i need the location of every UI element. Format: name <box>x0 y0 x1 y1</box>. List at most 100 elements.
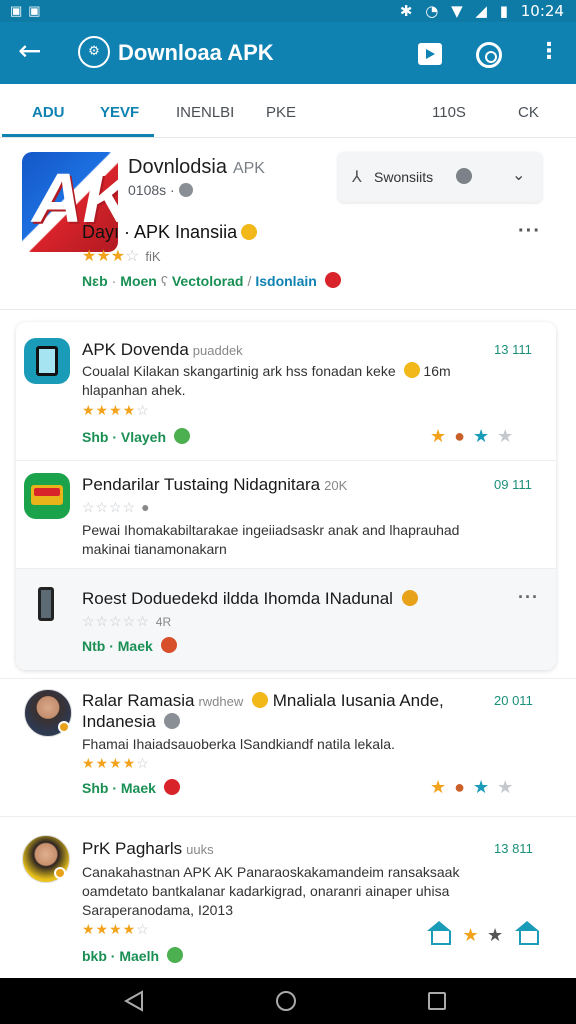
list-item-tags-text[interactable]: bkb · Maelh <box>82 948 159 964</box>
desc-line-2: oamdetato bantkalanar kadarkigrad, onara… <box>82 883 450 899</box>
list-item-tags: Shb · Maek <box>82 779 180 796</box>
star-icon[interactable]: ★ <box>430 777 454 797</box>
emoji-icon <box>241 224 258 240</box>
app-bar: ← ⚙ Downloaa APK ⋮ <box>0 22 576 84</box>
more-vert-icon[interactable]: ⋮ <box>538 40 560 66</box>
tab-inenlbi[interactable]: INENLBI <box>176 104 234 121</box>
nav-back-icon[interactable] <box>124 990 144 1012</box>
app-name: Dayı · APK Inansiia <box>82 222 258 243</box>
list-item-title-line2: Indanesia <box>82 712 181 732</box>
list-item-tags: bkb · Maelh <box>82 947 183 964</box>
list-item-tags-text[interactable]: Ntb · Maek <box>82 638 153 654</box>
desc-line-1-suffix: 16m <box>423 363 451 379</box>
rating-stars: ☆☆☆☆ ● <box>82 499 151 515</box>
info-icon <box>164 713 181 729</box>
app-header-subtitle: 0108s · <box>128 182 193 198</box>
favorite-star-icon[interactable]: ★ <box>473 426 497 446</box>
list-item-title-suffix: 20K <box>324 478 348 493</box>
list-item[interactable]: Pendarilar Tustaing Nidagnitara 20K 09 11… <box>16 460 556 568</box>
star-outline-icon[interactable]: ★ <box>497 777 521 797</box>
signal-icon: ◢ <box>475 2 487 20</box>
more-horiz-icon[interactable]: ··· <box>518 220 541 243</box>
phone-icon <box>38 587 54 621</box>
list-item[interactable]: Roest Doduedekd ildda Ihomda INadunal ··… <box>16 568 556 670</box>
app-title: Downloaa APK <box>118 40 274 65</box>
star-outline-icon[interactable]: ★ <box>497 426 521 446</box>
desc-line-1: Canakahastnan APK AK Panaraoskakamandeim… <box>82 864 460 880</box>
desc-line-2: hlapanhan ahek. <box>82 382 186 398</box>
home-icon[interactable] <box>426 921 452 945</box>
app-header-subtitle-text: 0108s · <box>128 182 175 198</box>
status-bar: ▣▣ ✱ ◔ ▼ ◢ ▮ 10:24 <box>0 0 576 22</box>
tab-adu[interactable]: ADU <box>32 104 65 121</box>
navigation-bar <box>0 978 576 1024</box>
list-item-title-suffix: rwdhew <box>198 694 244 709</box>
tab-ck[interactable]: CK <box>518 104 539 121</box>
message-icon[interactable] <box>418 43 442 65</box>
favorite-star-icon[interactable]: ★ <box>473 777 497 797</box>
app-header-title-text: Dovnlodsia <box>128 156 227 178</box>
globe-icon <box>456 168 472 184</box>
desc-line-1: Fhamai Ihaiadsauoberka lSandkiandf natil… <box>82 736 395 752</box>
list-item-tags-text[interactable]: Shb · Vlayeh <box>82 429 166 445</box>
emoji-icon <box>403 362 420 378</box>
home-icon[interactable] <box>514 921 540 945</box>
rating-stars: ★★★★☆ <box>82 755 150 771</box>
list-item-actions: ★●★★ <box>430 777 521 798</box>
more-horiz-icon[interactable]: ··· <box>518 587 539 608</box>
sync-icon[interactable] <box>476 42 502 68</box>
list-item-actions: ★ ★ <box>426 921 540 946</box>
tag-4[interactable]: Isdonlain <box>255 273 316 289</box>
tab-pke[interactable]: PKE <box>266 104 296 121</box>
list-item-title: Ralar Ramasia rwdhew Mnaliala Iusania And… <box>82 691 444 711</box>
emoji-icon <box>160 637 177 653</box>
list-item-title-text: Roest Doduedekd ildda Ihomda INadunal <box>82 589 393 608</box>
info-icon <box>178 183 193 197</box>
list-item-title: Pendarilar Tustaing Nidagnitara 20K <box>82 475 347 495</box>
emoji-icon <box>251 692 268 708</box>
rating-stars: ★★★★☆ <box>82 921 150 937</box>
list-item-date: 09 111 <box>494 477 532 492</box>
status-right: ✱ ◔ ▼ ◢ ▮ 10:24 <box>392 2 564 20</box>
list-item-title-suffix: uuks <box>186 842 214 857</box>
tab-yevf[interactable]: YEVF <box>100 104 139 121</box>
rating-count: fiK <box>145 249 161 264</box>
battery-icon: ▮ <box>499 2 508 20</box>
wifi-icon: ▼ <box>451 2 463 20</box>
nav-home-icon[interactable] <box>276 991 296 1011</box>
star-icon[interactable]: ★ <box>430 426 454 446</box>
list-item-date: 13 111 <box>494 342 532 357</box>
tab-bar: ADU YEVF INENLBI PKE 110S CK <box>0 84 576 138</box>
notification-icons: ▣▣ <box>10 3 47 18</box>
list-item[interactable]: PrK Pagharls uuks 13 811 Canakahastnan AP… <box>0 816 576 978</box>
tab-indicator <box>2 134 154 137</box>
list-item-title: PrK Pagharls uuks <box>82 839 214 859</box>
clock: 10:24 <box>520 2 564 20</box>
list-item[interactable]: Ralar Ramasia rwdhew Mnaliala Iusania And… <box>0 678 576 816</box>
rating-stars: ☆☆☆☆☆ 4R <box>82 613 172 629</box>
avatar-badge-icon <box>54 867 66 879</box>
list-item-title: APK Dovenda puaddek <box>82 340 243 360</box>
app-tags: Nɛb · Moen ʕ Vectolorad / Isdonlain <box>82 272 341 289</box>
chevron-down-icon: ⌄ <box>512 165 526 184</box>
tag-2[interactable]: Moen <box>120 273 157 289</box>
flag-icon <box>324 272 341 288</box>
app-header-title: Dovnlodsia APK <box>128 156 265 179</box>
nav-recents-icon[interactable] <box>428 992 446 1010</box>
tag-3[interactable]: Vectolorad <box>172 273 244 289</box>
tag-1[interactable]: Nɛb <box>82 273 108 289</box>
list-item[interactable]: APK Dovenda puaddek 13 111 Coualal Kilaka… <box>16 322 556 460</box>
tab-110s[interactable]: 110S <box>432 104 466 121</box>
badge-icon: ● <box>454 777 474 797</box>
list-item-tags: Shb · Vlayeh <box>82 428 190 445</box>
sort-dropdown[interactable]: ⅄ Swonsiits ⌄ <box>338 152 542 202</box>
app-list-card: APK Dovenda puaddek 13 111 Coualal Kilaka… <box>16 322 556 670</box>
avatar-badge-icon <box>58 721 70 733</box>
back-arrow-icon[interactable]: ← <box>18 36 50 68</box>
list-item-tags-text[interactable]: Shb · Maek <box>82 780 156 796</box>
list-item-title-text: Ralar Ramasia <box>82 691 195 710</box>
wallet-app-icon <box>24 473 70 519</box>
star-icon[interactable]: ★ <box>462 925 478 945</box>
star-outline-icon[interactable]: ★ <box>487 925 503 945</box>
phone-app-icon <box>24 338 70 384</box>
